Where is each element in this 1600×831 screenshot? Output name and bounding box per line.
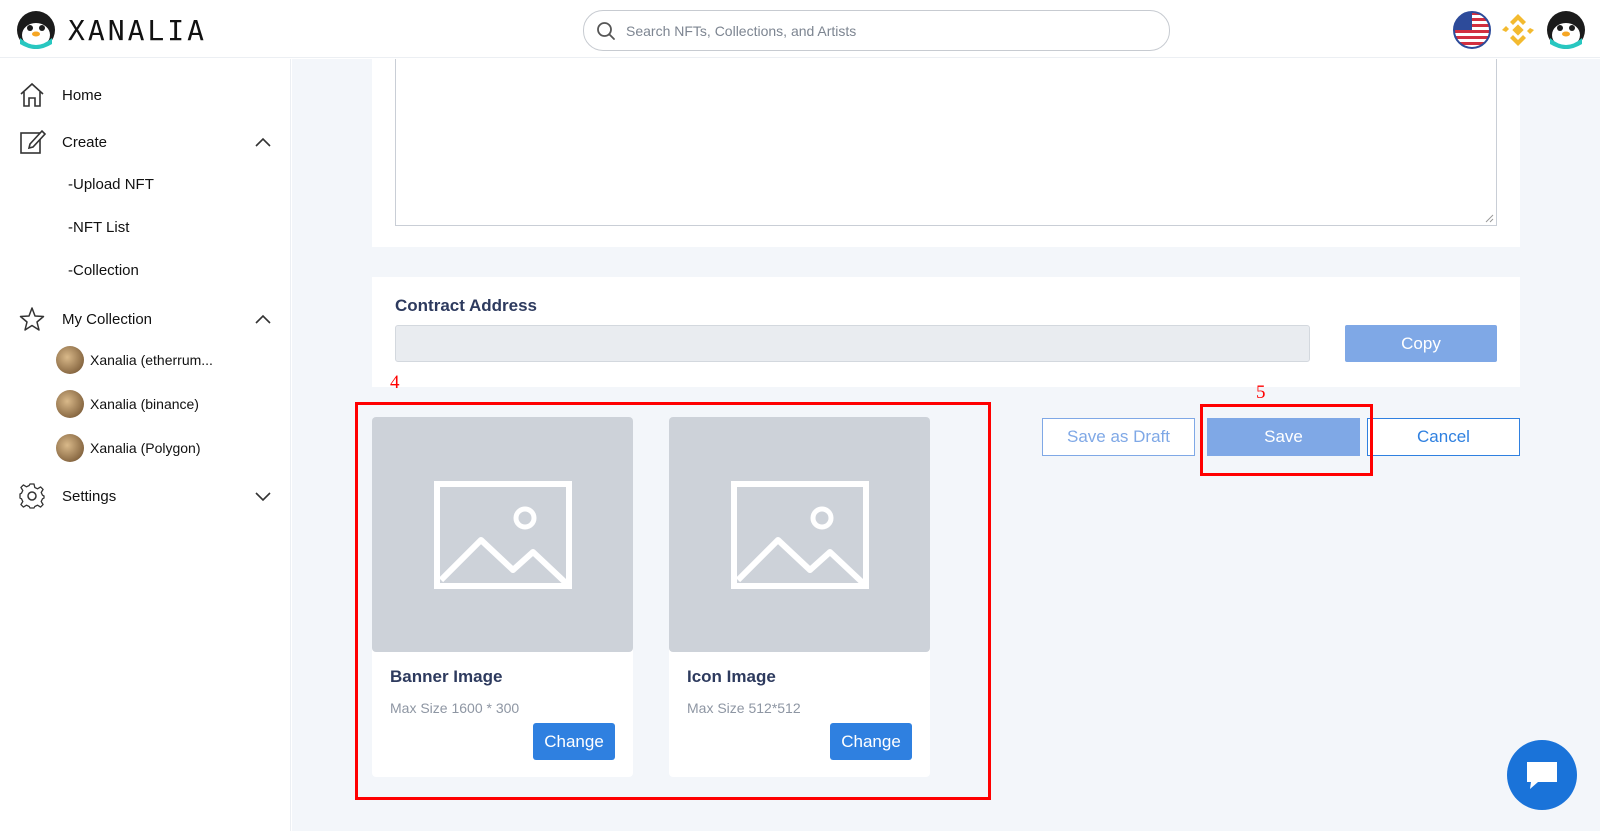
description-textarea[interactable] bbox=[395, 59, 1497, 226]
collection-name: Xanalia (binance) bbox=[90, 396, 199, 412]
star-icon bbox=[18, 305, 46, 333]
brand-logo[interactable]: XANALIA bbox=[16, 10, 207, 50]
sidebar: Home Create -Upload NFT -NFT List -Colle… bbox=[0, 59, 291, 831]
save-as-draft-button[interactable]: Save as Draft bbox=[1042, 418, 1195, 456]
sidebar-item-settings[interactable]: Settings bbox=[18, 478, 273, 514]
chevron-up-icon[interactable] bbox=[253, 309, 273, 329]
sidebar-subitem-collection[interactable]: -Collection bbox=[68, 262, 139, 279]
contract-address-label: Contract Address bbox=[395, 296, 538, 315]
sidebar-item-my-collection[interactable]: My Collection bbox=[18, 301, 273, 337]
sidebar-subitem-upload-nft[interactable]: -Upload NFT bbox=[68, 176, 154, 193]
search-input[interactable] bbox=[626, 22, 1146, 39]
avatar-penguin-icon[interactable] bbox=[1546, 10, 1586, 50]
binance-icon[interactable] bbox=[1498, 10, 1538, 50]
resize-handle-icon[interactable] bbox=[1484, 213, 1494, 223]
sidebar-item-create[interactable]: Create bbox=[18, 124, 273, 160]
top-header: XANALIA bbox=[0, 0, 1600, 58]
us-flag-icon[interactable] bbox=[1452, 10, 1492, 50]
edit-icon bbox=[18, 128, 46, 156]
sidebar-item-label: Settings bbox=[62, 487, 117, 505]
annotation-label-4: 4 bbox=[390, 372, 400, 393]
collection-avatar bbox=[56, 434, 84, 462]
gear-icon bbox=[18, 482, 46, 510]
search-bar[interactable] bbox=[583, 10, 1170, 51]
logo-penguin-icon bbox=[17, 11, 55, 49]
home-icon bbox=[18, 81, 46, 109]
annotation-label-5: 5 bbox=[1256, 382, 1266, 403]
sidebar-item-label: Create bbox=[62, 133, 108, 151]
contract-address-field[interactable] bbox=[395, 325, 1310, 362]
collection-name: Xanalia (etherrum... bbox=[90, 352, 213, 368]
search-icon bbox=[597, 21, 615, 40]
collection-avatar bbox=[56, 390, 84, 418]
chevron-up-icon[interactable] bbox=[253, 132, 273, 152]
collection-name: Xanalia (Polygon) bbox=[90, 440, 201, 456]
chat-icon bbox=[1527, 762, 1557, 789]
sidebar-item-label: Home bbox=[62, 86, 103, 104]
collection-avatar bbox=[56, 346, 84, 374]
sidebar-subitem-nft-list[interactable]: -NFT List bbox=[68, 219, 129, 236]
annotation-box-4 bbox=[355, 402, 991, 800]
brand-name: XANALIA bbox=[68, 13, 208, 47]
annotation-box-5 bbox=[1200, 404, 1373, 476]
sidebar-item-home[interactable]: Home bbox=[18, 77, 273, 113]
copy-button[interactable]: Copy bbox=[1345, 325, 1497, 362]
sidebar-item-label: My Collection bbox=[62, 310, 153, 328]
chat-button[interactable] bbox=[1507, 740, 1577, 810]
chevron-down-icon[interactable] bbox=[253, 486, 273, 506]
collection-item-polygon[interactable]: Xanalia (Polygon) bbox=[56, 434, 201, 462]
collection-item-etherrum[interactable]: Xanalia (etherrum... bbox=[56, 346, 213, 374]
cancel-button[interactable]: Cancel bbox=[1367, 418, 1520, 456]
collection-item-binance[interactable]: Xanalia (binance) bbox=[56, 390, 199, 418]
contract-card: Contract Address Copy bbox=[372, 277, 1520, 387]
description-card bbox=[372, 59, 1520, 247]
